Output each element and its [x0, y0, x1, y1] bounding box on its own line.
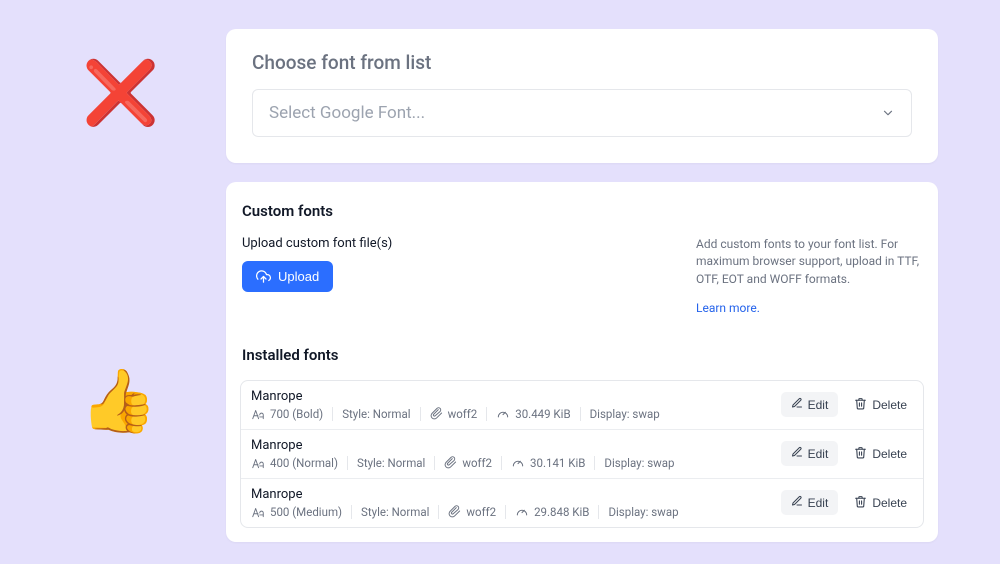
edit-button[interactable]: Edit [781, 490, 839, 515]
font-meta: 500 (Medium) Style: Normal woff2 29.848 … [251, 505, 679, 519]
font-display: Display: swap [604, 456, 674, 470]
edit-label: Edit [808, 398, 829, 412]
trash-icon [854, 495, 867, 511]
choose-font-card: Choose font from list Select Google Font… [226, 29, 938, 163]
delete-button[interactable]: Delete [852, 490, 909, 516]
gauge-icon [511, 456, 525, 470]
google-font-select[interactable]: Select Google Font... [252, 89, 912, 137]
select-placeholder: Select Google Font... [269, 103, 425, 123]
font-size: 30.141 KiB [530, 456, 585, 470]
font-style: Style: Normal [357, 456, 425, 470]
pencil-icon [791, 446, 803, 461]
font-meta: 700 (Bold) Style: Normal woff2 30.449 Ki… [251, 407, 660, 421]
font-weight: 500 (Medium) [270, 505, 342, 519]
font-style: Style: Normal [361, 505, 429, 519]
font-display: Display: swap [590, 407, 660, 421]
custom-fonts-title: Custom fonts [240, 202, 924, 220]
gauge-icon [515, 505, 529, 519]
font-meta: 400 (Normal) Style: Normal woff2 30.141 … [251, 456, 675, 470]
edit-button[interactable]: Edit [781, 441, 839, 466]
font-size: 30.449 KiB [515, 407, 570, 421]
upload-help-text: Add custom fonts to your font list. For … [696, 236, 924, 288]
delete-button[interactable]: Delete [852, 441, 909, 467]
trash-icon [854, 446, 867, 462]
font-row: Manrope 400 (Normal) Style: Normal woff2… [241, 430, 923, 479]
delete-label: Delete [872, 447, 907, 461]
font-name: Manrope [251, 487, 679, 502]
paperclip-icon [444, 456, 457, 469]
paperclip-icon [430, 407, 443, 420]
cross-mark-icon: ❌ [82, 57, 159, 130]
delete-label: Delete [872, 398, 907, 412]
upload-button-label: Upload [278, 269, 319, 284]
edit-label: Edit [808, 447, 829, 461]
learn-more-link[interactable]: Learn more. [696, 300, 760, 317]
font-format: woff2 [448, 407, 478, 421]
upload-label: Upload custom font file(s) [242, 236, 392, 251]
upload-button[interactable]: Upload [242, 261, 333, 292]
type-icon [251, 407, 265, 421]
choose-font-title: Choose font from list [252, 51, 912, 74]
gauge-icon [496, 407, 510, 421]
chevron-down-icon [881, 106, 895, 120]
font-name: Manrope [251, 438, 675, 453]
installed-fonts-title: Installed fonts [240, 346, 924, 364]
font-format: woff2 [462, 456, 492, 470]
delete-button[interactable]: Delete [852, 392, 909, 418]
type-icon [251, 505, 265, 519]
font-row: Manrope 500 (Medium) Style: Normal woff2… [241, 479, 923, 527]
pencil-icon [791, 495, 803, 510]
edit-button[interactable]: Edit [781, 392, 839, 417]
font-weight: 700 (Bold) [270, 407, 323, 421]
trash-icon [854, 397, 867, 413]
font-weight: 400 (Normal) [270, 456, 338, 470]
edit-label: Edit [808, 496, 829, 510]
pencil-icon [791, 397, 803, 412]
custom-fonts-card: Custom fonts Upload custom font file(s) … [226, 182, 938, 542]
font-size: 29.848 KiB [534, 505, 589, 519]
installed-font-list: Manrope 700 (Bold) Style: Normal woff2 3… [240, 380, 924, 528]
font-style: Style: Normal [342, 407, 410, 421]
upload-row: Upload custom font file(s) Upload Add cu… [240, 236, 924, 318]
font-format: woff2 [466, 505, 496, 519]
font-row: Manrope 700 (Bold) Style: Normal woff2 3… [241, 381, 923, 430]
upload-cloud-icon [256, 269, 271, 284]
font-display: Display: swap [608, 505, 678, 519]
delete-label: Delete [872, 496, 907, 510]
font-name: Manrope [251, 389, 660, 404]
paperclip-icon [448, 505, 461, 518]
thumbs-up-icon: 👍 [80, 365, 157, 438]
type-icon [251, 456, 265, 470]
